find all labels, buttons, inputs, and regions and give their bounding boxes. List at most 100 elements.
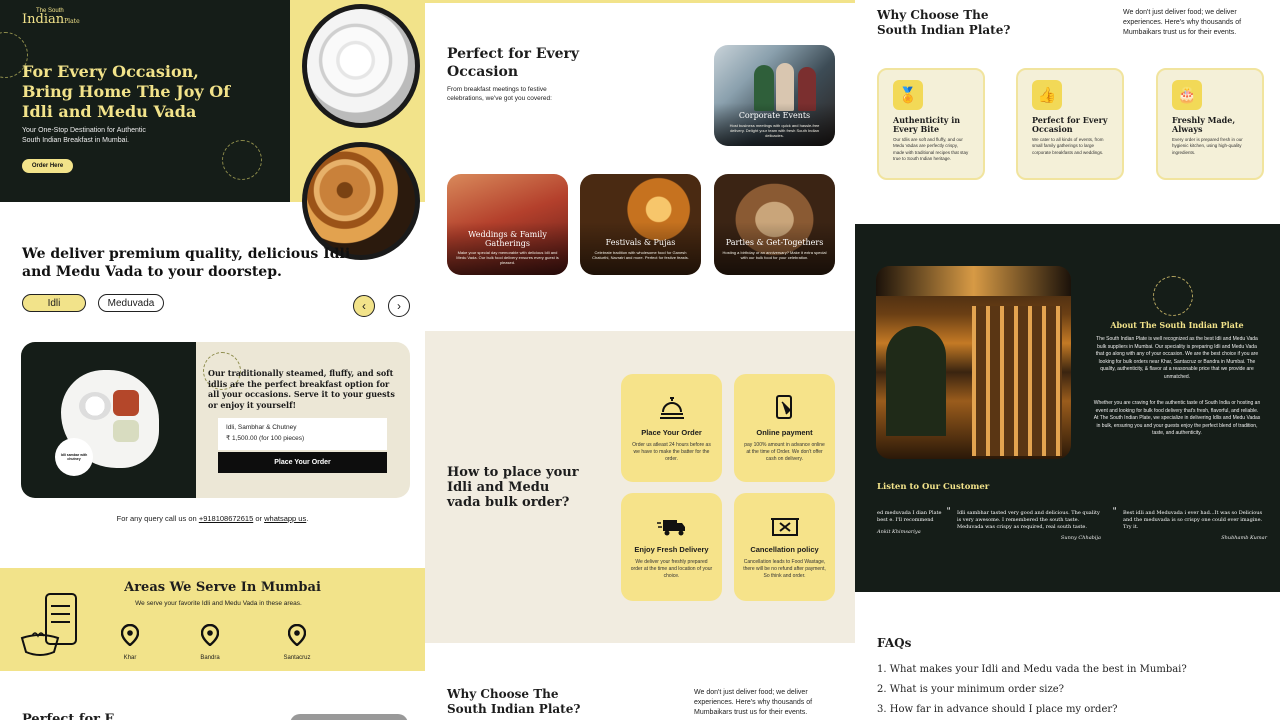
- payment-icon: [775, 395, 792, 419]
- howto-title-line: Idli and Medu: [447, 480, 550, 495]
- how-to-order-section: How to place your Idli and Medu vada bul…: [425, 331, 855, 643]
- award-icon: 🏅: [893, 80, 923, 110]
- delivery-truck-icon: [656, 520, 685, 536]
- areas-section: Areas We Serve In Mumbai We serve your f…: [0, 568, 425, 671]
- perfect-subtitle: From breakfast meetings to festive celeb…: [447, 86, 552, 102]
- cake-icon: 🎂: [1172, 80, 1202, 110]
- whatsapp-link[interactable]: whatsapp us: [264, 514, 306, 523]
- why-card-desc: Every order is prepared fresh in our hyg…: [1172, 137, 1243, 155]
- perfect-title-line: Occasion: [447, 64, 519, 80]
- about-para-2: Whether you are craving for the authenti…: [1093, 400, 1261, 437]
- query-suffix: .: [306, 514, 309, 523]
- howto-title-line: vada bulk order?: [447, 495, 570, 510]
- hero-subtext-line: South Indian Breakfast in Mumbai.: [22, 137, 130, 144]
- product-badge: Idli sambar with chutney: [55, 438, 93, 476]
- occasion-card-parties[interactable]: Parties & Get-Togethers Hosting a birthd…: [714, 174, 835, 275]
- faq-question[interactable]: 3. How far in advance should I place my …: [877, 704, 1118, 715]
- logo-main: Indian: [22, 12, 65, 27]
- product-price: ₹ 1,500.00 (for 100 pieces): [226, 435, 305, 442]
- site-logo[interactable]: The South IndianPlate: [22, 8, 80, 26]
- testimonial-card: Idli sambhar tasted very good and delici…: [957, 510, 1101, 541]
- why-card-title: Authenticity in Every Bite: [893, 115, 961, 135]
- cloche-icon: [659, 397, 684, 419]
- why-peek-title-line: South Indian Plate?: [447, 702, 581, 716]
- why-card-title: Perfect for Every Occasion: [1032, 115, 1108, 135]
- occasion-desc: Host business meetings with quick and ha…: [729, 123, 820, 139]
- mandala-ornament: [1153, 276, 1193, 316]
- why-title-line: South Indian Plate?: [877, 23, 1011, 37]
- testimonial-author: Ankit Khimsariya: [877, 528, 921, 535]
- place-order-button[interactable]: Place Your Order: [218, 452, 387, 473]
- testimonial-text: ed meduvada I dian Plate best e. I'll re…: [877, 510, 942, 523]
- why-title: Why Choose The South Indian Plate?: [877, 8, 1010, 38]
- step-card-delivery: Enjoy Fresh Delivery We deliver your fre…: [621, 493, 722, 601]
- step-desc: pay 100% amount in advance online at the…: [744, 442, 825, 462]
- location-santacruz: Santacruz: [278, 623, 316, 661]
- testimonial-author: Sunny Chhabija: [1060, 535, 1101, 542]
- prev-arrow-button[interactable]: ‹: [353, 295, 375, 317]
- page-column-about: Why Choose The South Indian Plate? We do…: [855, 0, 1280, 720]
- about-section: About The South Indian Plate The South I…: [855, 224, 1280, 592]
- faq-title: FAQs: [877, 636, 912, 650]
- occasion-title: Corporate Events: [738, 111, 811, 120]
- testimonial-text: Idli sambhar tasted very good and delici…: [957, 510, 1100, 530]
- occasion-card-corporate[interactable]: Corporate Events Host business meetings …: [714, 45, 835, 146]
- occasion-desc: Celebrate tradition with wholesome food …: [592, 250, 689, 261]
- tab-idli[interactable]: Idli: [22, 294, 86, 312]
- idli-plate-image: [302, 4, 420, 128]
- why-card-title: Freshly Made, Always: [1172, 115, 1236, 135]
- step-desc: We deliver your freshly prepared order a…: [630, 559, 713, 579]
- step-card-payment: Online payment pay 100% amount in advanc…: [734, 374, 835, 482]
- hero-image-panel: [290, 0, 425, 260]
- tab-meduvada[interactable]: Meduvada: [98, 294, 164, 312]
- location-label: Bandra: [200, 655, 220, 661]
- why-peek-desc: We don't just deliver food; we deliver e…: [694, 689, 813, 716]
- peek-image: [290, 714, 408, 720]
- next-arrow-button[interactable]: ›: [388, 295, 410, 317]
- location-label: Santacruz: [283, 655, 311, 661]
- location-label: Khar: [123, 655, 137, 661]
- why-peek-title-line: Why Choose The: [447, 687, 559, 701]
- cancel-box-icon: [770, 518, 799, 536]
- why-title-line: Why Choose The: [877, 8, 989, 22]
- why-card-occasion: 👍 Perfect for Every Occasion We cater to…: [1016, 68, 1124, 180]
- quote-icon: “: [1113, 506, 1117, 517]
- hero-subtext: Your One-Stop Destination for Authentic …: [22, 126, 146, 146]
- query-prefix: For any query call us on: [116, 514, 197, 523]
- perfect-title-line: Perfect for Every: [447, 46, 580, 62]
- hero-subtext-line: Your One-Stop Destination for Authentic: [22, 127, 146, 134]
- testimonial-card: ed meduvada I dian Plate best e. I'll re…: [877, 510, 945, 535]
- hero-heading-line: Bring Home The Joy Of: [22, 82, 231, 101]
- query-line: For any query call us on +918108672615 o…: [0, 514, 425, 523]
- occasion-desc: Hosting a birthday or an anniversary? Ma…: [722, 250, 827, 261]
- faq-question[interactable]: 1. What makes your Idli and Medu vada th…: [877, 664, 1187, 675]
- page-column-home: The South IndianPlate For Every Occasion…: [0, 0, 425, 720]
- product-info-box: Idli, Sambhar & Chutney ₹ 1,500.00 (for …: [218, 418, 387, 450]
- step-title: Cancellation policy: [750, 545, 819, 554]
- mandala-ornament: [222, 140, 262, 180]
- phone-link[interactable]: +918108672615: [199, 514, 253, 523]
- deliver-heading-line: We deliver premium quality, delicious Id…: [22, 246, 351, 262]
- howto-title: How to place your Idli and Medu vada bul…: [447, 465, 579, 510]
- why-desc: We don't just deliver food; we deliver e…: [1123, 9, 1242, 36]
- top-accent-bar: [425, 0, 855, 3]
- product-description: Our traditionally steamed, fluffy, and s…: [208, 368, 395, 410]
- faq-question[interactable]: 2. What is your minimum order size?: [877, 684, 1064, 695]
- testimonial-text: Best idli and Meduvada i ever had...It w…: [1123, 510, 1263, 530]
- perfect-peek-heading: Perfect for E...: [22, 712, 128, 720]
- map-pin-icon: [120, 623, 140, 647]
- medu-vada-image: [302, 142, 420, 260]
- product-image-panel: Idli sambar with chutney: [21, 342, 196, 498]
- hero-section: The South IndianPlate For Every Occasion…: [0, 0, 290, 202]
- order-here-button[interactable]: Order Here: [22, 159, 73, 173]
- hero-heading-line: For Every Occasion,: [22, 62, 199, 81]
- step-card-cancellation: Cancellation policy Cancellation leads t…: [734, 493, 835, 601]
- occasion-card-weddings[interactable]: Weddings & Family Gatherings Make your s…: [447, 174, 568, 275]
- occasion-card-festivals[interactable]: Festivals & Pujas Celebrate tradition wi…: [580, 174, 701, 275]
- why-card-desc: Our Idlis are soft and fluffy, and our M…: [893, 137, 969, 161]
- step-desc: Cancellation leads to Food Wastage, ther…: [743, 559, 826, 579]
- why-peek-title: Why Choose The South Indian Plate?: [447, 687, 580, 717]
- thumbs-up-icon: 👍: [1032, 80, 1062, 110]
- occasion-title: Festivals & Pujas: [605, 238, 676, 247]
- areas-title: Areas We Serve In Mumbai: [124, 580, 321, 595]
